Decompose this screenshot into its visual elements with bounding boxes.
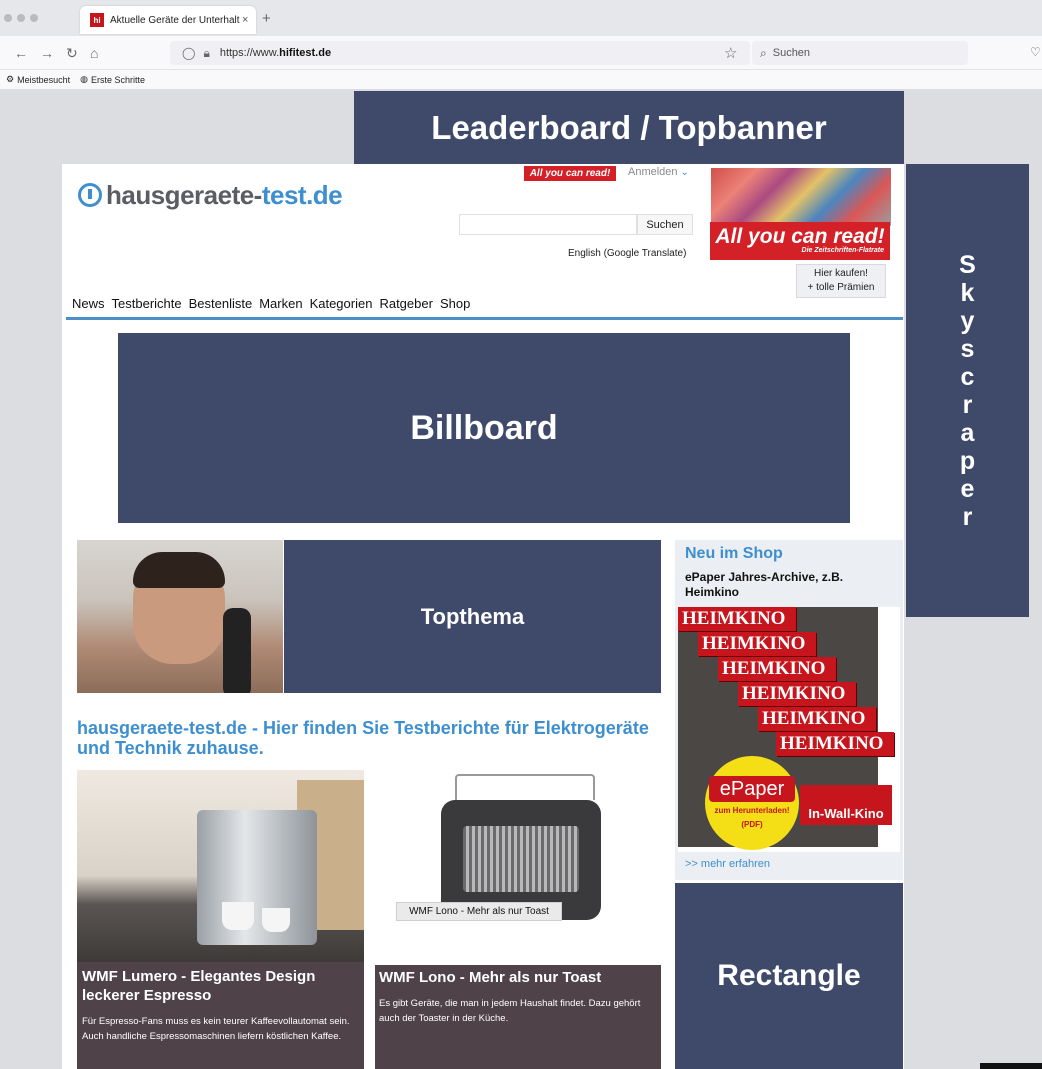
tab-close-icon[interactable]: × (242, 14, 248, 26)
toaster-rack-illustration (455, 774, 595, 800)
leaderboard-ad-slot: Leaderboard / Topbanner (354, 91, 904, 164)
magazine-cover: HEIMKINO (758, 707, 876, 731)
article-title[interactable]: WMF Lono - Mehr als nur Toast (379, 968, 659, 987)
magazine-cover: HEIMKINO (698, 632, 816, 656)
url-text: https://www.hifitest.de (219, 47, 332, 59)
site-search-input[interactable] (459, 214, 637, 235)
skyscraper-ad-slot: S k y s c r a p e r (906, 164, 1029, 617)
topthema-image[interactable] (77, 540, 283, 693)
skyscraper-letter: k (960, 278, 975, 307)
skyscraper-letter: e (960, 474, 975, 503)
skyscraper-letter: s (960, 334, 975, 363)
article-teaser: Es gibt Geräte, die man in jedem Haushal… (379, 998, 641, 1024)
skyscraper-letter: S (959, 250, 976, 279)
forward-arrow-icon[interactable]: → (40, 45, 54, 61)
magazine-cover: HEIMKINO (718, 657, 836, 681)
nav-marken[interactable]: Marken (259, 296, 302, 311)
nav-bestenliste[interactable]: Bestenliste (189, 296, 253, 311)
pocket-icon[interactable]: ♡ (1030, 45, 1041, 59)
chevron-down-icon: ⌄ (680, 167, 689, 178)
magazine-cover: HEIMKINO (678, 607, 796, 631)
bookmark-erste-schritte[interactable]: Erste Schritte (91, 75, 145, 85)
article-title[interactable]: WMF Lumero - Elegantes Design leckerer E… (82, 967, 362, 1005)
main-navigation: News Testberichte Bestenliste Marken Kat… (72, 296, 470, 311)
espresso-machine-illustration (197, 810, 317, 945)
address-bar[interactable]: ◯ 🔒︎ https://www.hifitest.de (170, 41, 750, 65)
search-icon: ⌕ (760, 45, 767, 60)
search-placeholder: Suchen (772, 47, 811, 59)
nav-news[interactable]: News (72, 296, 105, 311)
back-arrow-icon[interactable]: ← (14, 45, 28, 61)
window-close-dot[interactable] (4, 14, 12, 22)
article-teaser: Für Espresso-Fans muss es kein teurer Ka… (82, 1016, 350, 1042)
billboard-ad-slot: Billboard (118, 333, 850, 523)
topthema-ad-slot: Topthema (284, 540, 661, 693)
shop-teaser-subtitle: ePaper Jahres-Archive, z.B. Heimkino (685, 570, 844, 599)
gear-icon: ⚙ (6, 74, 15, 84)
new-tab-icon[interactable]: + (262, 10, 271, 27)
bookmark-star-icon[interactable]: ☆ (724, 44, 737, 62)
grooming-device-illustration (223, 608, 251, 693)
nav-divider (66, 317, 903, 320)
bookmark-meistbesucht[interactable]: Meistbesucht (17, 75, 70, 85)
nav-ratgeber[interactable]: Ratgeber (379, 296, 432, 311)
shop-teaser-title[interactable]: Neu im Shop (685, 545, 783, 563)
window-minimize-dot[interactable] (17, 14, 25, 22)
skyscraper-letter: y (960, 306, 975, 335)
nav-kategorien[interactable]: Kategorien (310, 296, 373, 311)
toaster-window-illustration (463, 826, 579, 892)
google-translate-link[interactable]: English (Google Translate) (568, 248, 686, 259)
browser-tab[interactable]: hi Aktuelle Geräte der Unterhaltun × (80, 6, 256, 34)
skyscraper-letter: p (959, 446, 976, 475)
page-headline: hausgeraete-test.de - Hier finden Sie Te… (77, 718, 649, 758)
cup-illustration (262, 908, 290, 932)
man-hair-illustration (133, 552, 225, 588)
buy-here-button[interactable]: Hier kaufen! + tolle Prämien (796, 264, 886, 298)
magazine-cover: HEIMKINO (776, 732, 894, 756)
window-zoom-dot[interactable] (30, 14, 38, 22)
rectangle-ad-slot: Rectangle (675, 883, 903, 1069)
magazine-cover: HEIMKINO (738, 682, 856, 706)
tab-title: Aktuelle Geräte der Unterhaltun (110, 14, 240, 26)
cup-illustration (222, 902, 254, 930)
tracking-shield-icon[interactable]: ◯ (182, 46, 195, 60)
site-logo[interactable]: hausgeraete-test.de (78, 180, 343, 211)
nav-shop[interactable]: Shop (440, 296, 470, 311)
site-search-button[interactable]: Suchen (637, 214, 693, 235)
all-you-can-read-badge[interactable]: All you can read! (524, 166, 616, 181)
article-espresso-image[interactable] (77, 770, 364, 962)
article-toaster-image[interactable] (377, 770, 661, 962)
browser-search-field[interactable]: ⌕ Suchen (752, 41, 968, 65)
more-info-link[interactable]: >> mehr erfahren (685, 858, 770, 870)
hifitest-favicon-icon: hi (90, 13, 104, 27)
skyscraper-letter: r (962, 502, 973, 531)
image-caption: WMF Lono - Mehr als nur Toast (396, 902, 562, 921)
power-plug-icon (78, 183, 102, 207)
corner-overlay (980, 1063, 1042, 1069)
globe-icon: ◍ (80, 74, 88, 84)
reload-icon[interactable]: ↻ (66, 45, 78, 62)
login-link[interactable]: Anmelden ⌄ (628, 166, 689, 178)
padlock-icon[interactable]: 🔒︎ (203, 46, 209, 61)
magazine-stack-image[interactable] (711, 168, 891, 226)
home-icon[interactable]: ⌂ (90, 45, 98, 61)
skyscraper-letter: c (960, 362, 975, 391)
bookmarks-bar: ⚙ Meistbesucht ◍ Erste Schritte (0, 70, 1042, 89)
all-you-can-read-banner[interactable]: All you can read! Die Zeitschriften-Flat… (710, 222, 890, 260)
skyscraper-letter: a (960, 418, 975, 447)
nav-testberichte[interactable]: Testberichte (112, 296, 182, 311)
skyscraper-letter: r (962, 390, 973, 419)
epaper-badge: ePaper zum Herunterladen! (PDF) (705, 756, 799, 850)
in-wall-kino-cover-text: In-Wall-Kino (800, 785, 892, 825)
